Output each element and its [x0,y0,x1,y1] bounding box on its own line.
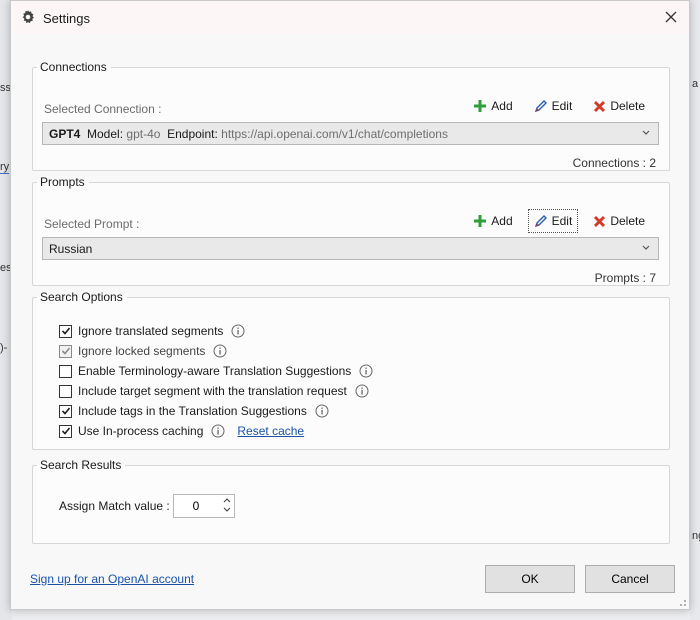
info-icon[interactable] [359,364,373,378]
info-icon[interactable] [315,404,329,418]
dialog-title: Settings [43,11,90,26]
endpoint-value: https://api.openai.com/v1/chat/completio… [221,126,448,141]
close-button[interactable] [659,5,683,29]
checkbox[interactable] [59,424,72,438]
add-connection-button[interactable]: Add [467,94,518,118]
delete-x-icon [594,215,606,227]
plus-icon [474,100,487,112]
search-options-legend: Search Options [40,290,123,304]
prompts-toolbar: Add Edit Delete [458,209,651,233]
search-results-group: Search Results Assign Match value : [32,458,670,544]
search-option-row[interactable]: Enable Terminology-aware Translation Sug… [59,364,373,378]
connections-toolbar: Add Edit Delete [458,94,651,118]
background-text: ry [0,161,10,174]
search-option-row[interactable]: Ignore translated segments [59,324,245,338]
add-prompt-button[interactable]: Add [467,209,518,233]
connection-name: GPT4 [49,126,81,141]
edit-label: Edit [551,214,573,228]
checkbox[interactable] [59,324,72,338]
prompt-select[interactable]: Russian [42,237,659,260]
assign-match-stepper[interactable] [173,494,235,518]
search-option-row[interactable]: Include target segment with the translat… [59,384,369,398]
prompts-legend: Prompts [40,175,85,189]
selected-connection-label: Selected Connection : [44,102,162,116]
search-options-group: Search Options Ignore translated segment… [32,290,670,450]
assign-match-input[interactable] [174,496,218,516]
ok-button[interactable]: OK [485,565,575,593]
background-text: ng [692,530,700,542]
checkbox[interactable] [59,364,72,378]
search-option-row[interactable]: Include tags in the Translation Suggesti… [59,404,329,418]
cancel-button[interactable]: Cancel [585,565,675,593]
pencil-icon [534,100,547,113]
search-option-row[interactable]: Use In-process caching Reset cache [59,424,304,438]
selected-prompt-label: Selected Prompt : [44,217,140,231]
delete-x-icon [594,100,606,112]
gear-icon [22,10,34,24]
resize-grip-icon[interactable] [677,597,687,607]
edit-prompt-button[interactable]: Edit [527,209,579,233]
plus-icon [474,215,487,227]
chevron-down-icon [642,130,650,135]
option-label: Use In-process caching [78,424,204,438]
title-bar: Settings [11,1,689,34]
option-label: Enable Terminology-aware Translation Sug… [78,364,352,378]
connections-legend: Connections [40,60,107,74]
endpoint-label: Endpoint: [167,126,218,141]
background-text: a [692,78,699,90]
prompts-group: Prompts Selected Prompt : Add Edit Delet… [32,175,670,286]
model-label: Model: [87,126,124,141]
delete-connection-button[interactable]: Delete [587,94,651,118]
info-icon[interactable] [211,424,225,438]
prompt-value: Russian [49,241,93,256]
signup-link[interactable]: Sign up for an OpenAI account [30,572,194,586]
connections-count: Connections : 2 [572,156,656,170]
info-icon[interactable] [355,384,369,398]
checkbox [59,344,72,358]
background-app-right [690,0,700,620]
delete-label: Delete [610,99,645,113]
checkbox[interactable] [59,384,72,398]
chevron-up-icon[interactable] [223,498,231,503]
model-value: gpt-4o [126,126,161,141]
checkbox[interactable] [59,404,72,418]
option-label: Include tags in the Translation Suggesti… [78,404,307,418]
close-icon [665,11,677,23]
background-text: )- [0,342,8,354]
option-label: Include target segment with the translat… [78,384,347,398]
add-label: Add [491,99,513,113]
search-results-legend: Search Results [40,458,122,472]
chevron-down-icon[interactable] [223,507,231,512]
reset-cache-link[interactable]: Reset cache [237,424,304,438]
delete-prompt-button[interactable]: Delete [587,209,651,233]
delete-label: Delete [610,214,645,228]
assign-match-label: Assign Match value : [59,499,170,513]
add-label: Add [491,214,513,228]
connection-select[interactable]: GPT4 Model: gpt-4o Endpoint: https://api… [42,122,659,145]
edit-connection-button[interactable]: Edit [528,94,579,118]
chevron-down-icon [642,245,650,250]
search-option-row[interactable]: Ignore locked segments [59,344,227,358]
option-label: Ignore locked segments [78,344,206,358]
connections-group: Connections Selected Connection : Add Ed… [32,60,670,171]
edit-label: Edit [551,99,573,113]
prompts-count: Prompts : 7 [594,271,656,285]
info-icon[interactable] [231,324,245,338]
settings-dialog: Settings Connections Selected Connection… [10,0,690,610]
option-label: Ignore translated segments [78,324,224,338]
info-icon[interactable] [213,344,227,358]
pencil-icon [534,215,547,228]
